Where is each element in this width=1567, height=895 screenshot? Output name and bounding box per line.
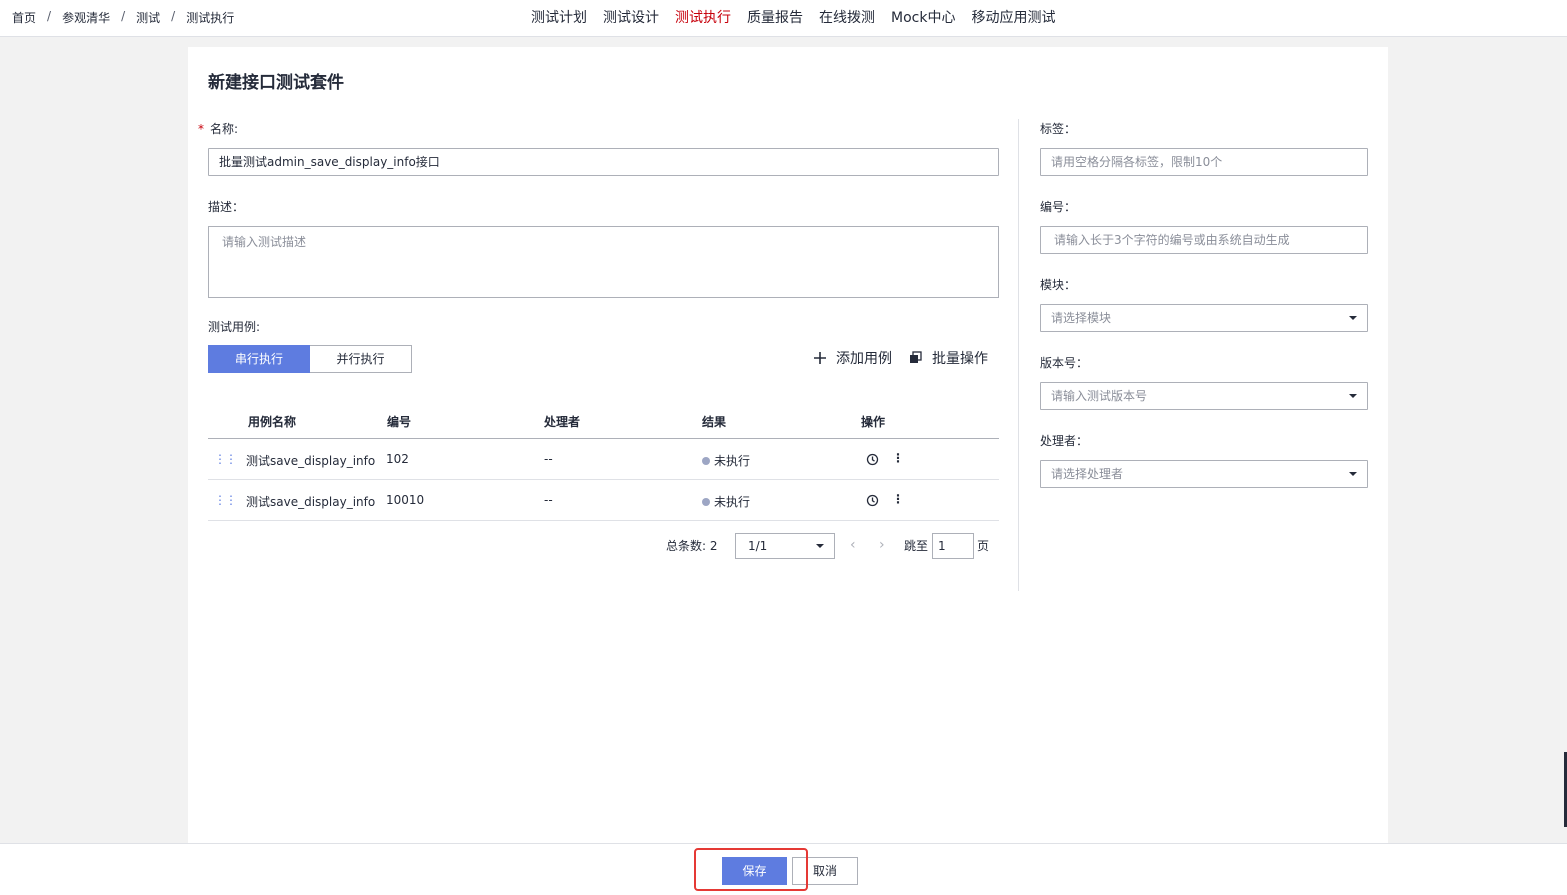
col-case-name: 用例名称 <box>248 415 297 429</box>
breadcrumb-separator: / <box>171 9 176 23</box>
form-card: 新建接口测试套件 * 名称: 批量测试admin_save_display_inf… <box>188 47 1388 847</box>
batch-icon <box>909 349 922 368</box>
module-label: 模块： <box>1040 278 1077 292</box>
nav-item-online-probe[interactable]: 在线拨测 <box>819 7 875 27</box>
col-handler: 处理者 <box>544 415 581 429</box>
breadcrumb-current: 测试执行 <box>186 11 235 25</box>
breadcrumb-project[interactable]: 参观清华 <box>62 9 110 26</box>
case-result: 未执行 <box>702 452 750 469</box>
breadcrumb: 首页 / 参观清华 / 测试 / 测试执行 <box>12 9 234 26</box>
status-dot <box>702 457 710 465</box>
case-result: 未执行 <box>702 493 750 510</box>
drag-handle-icon[interactable]: ⋮⋮ <box>214 452 237 466</box>
history-icon[interactable] <box>866 453 879 469</box>
page-title: 新建接口测试套件 <box>208 73 344 93</box>
highlight-box <box>694 848 808 891</box>
tags-label: 标签： <box>1040 122 1077 136</box>
nav-item-quality-report[interactable]: 质量报告 <box>747 7 803 27</box>
nav-item-mock-center[interactable]: Mock中心 <box>891 7 955 27</box>
add-case-button[interactable]: 添加用例 <box>814 348 892 368</box>
case-handler: -- <box>544 493 553 507</box>
required-mark: * <box>198 122 204 136</box>
total-count: 总条数: 2 <box>666 539 718 553</box>
jump-page-input[interactable]: 1 <box>932 533 974 559</box>
breadcrumb-home[interactable]: 首页 <box>12 9 36 26</box>
jump-label: 跳至 <box>904 539 929 553</box>
parallel-exec-button[interactable]: 并行执行 <box>310 345 412 373</box>
module-select[interactable]: 请选择模块 <box>1040 304 1368 332</box>
name-label: * 名称: <box>198 120 238 137</box>
chevron-down-icon <box>1349 472 1357 476</box>
number-input[interactable]: 请输入长于3个字符的编号或由系统自动生成 <box>1040 226 1368 254</box>
handler-label: 处理者： <box>1040 434 1089 448</box>
case-id: 102 <box>386 452 409 466</box>
description-textarea[interactable]: 请输入测试描述 <box>208 226 999 298</box>
chevron-down-icon <box>1349 394 1357 398</box>
more-icon[interactable]: ⋮ <box>892 492 904 506</box>
name-input[interactable]: 批量测试admin_save_display_info接口 <box>208 148 999 176</box>
case-name[interactable]: 测试save_display_info <box>246 452 375 469</box>
case-name[interactable]: 测试save_display_info <box>246 493 375 510</box>
drag-handle-icon[interactable]: ⋮⋮ <box>214 493 237 507</box>
batch-ops-button[interactable]: 批量操作 <box>909 348 988 368</box>
prev-page-icon[interactable]: ‹ <box>850 537 856 553</box>
case-id: 10010 <box>386 493 425 507</box>
history-icon[interactable] <box>866 494 879 510</box>
case-result-text: 未执行 <box>714 495 751 509</box>
col-id: 编号 <box>387 415 412 429</box>
chevron-down-icon <box>816 544 824 548</box>
case-result-text: 未执行 <box>714 454 751 468</box>
col-actions: 操作 <box>861 415 886 429</box>
breadcrumb-separator: / <box>121 9 126 23</box>
exec-mode-toggle: 串行执行 并行执行 <box>208 345 412 373</box>
description-label: 描述： <box>208 200 245 214</box>
nav-item-test-execution[interactable]: 测试执行 <box>675 7 731 27</box>
add-case-label: 添加用例 <box>836 351 892 367</box>
nav-item-test-design[interactable]: 测试设计 <box>603 7 659 27</box>
breadcrumb-separator: / <box>47 9 52 23</box>
test-case-table: 用例名称 编号 处理者 结果 操作 ⋮⋮ 测试save_display_info… <box>208 405 999 521</box>
plus-icon <box>814 349 826 368</box>
version-select-placeholder: 请输入测试版本号 <box>1051 389 1148 403</box>
version-label: 版本号： <box>1040 356 1089 370</box>
top-bar: 首页 / 参观清华 / 测试 / 测试执行 测试计划 测试设计 测试执行 质量报… <box>0 0 1567 37</box>
top-nav: 测试计划 测试设计 测试执行 质量报告 在线拨测 Mock中心 移动应用测试 <box>531 7 1071 27</box>
chevron-down-icon <box>1349 316 1357 320</box>
breadcrumb-test[interactable]: 测试 <box>136 9 160 26</box>
test-cases-label: 测试用例: <box>208 320 261 334</box>
module-select-placeholder: 请选择模块 <box>1051 311 1112 325</box>
number-label: 编号： <box>1040 200 1077 214</box>
handler-select-placeholder: 请选择处理者 <box>1051 467 1124 481</box>
page-suffix: 页 <box>977 539 990 553</box>
column-divider <box>1018 119 1019 591</box>
page-select[interactable]: 1/1 <box>735 533 835 559</box>
status-dot <box>702 498 710 506</box>
table-row: ⋮⋮ 测试save_display_info 10010 -- 未执行 ⋮ <box>208 480 999 521</box>
table-header: 用例名称 编号 处理者 结果 操作 <box>208 405 999 439</box>
page-select-value: 1/1 <box>748 539 768 553</box>
batch-ops-label: 批量操作 <box>932 351 988 367</box>
version-select[interactable]: 请输入测试版本号 <box>1040 382 1368 410</box>
case-handler: -- <box>544 452 553 466</box>
tags-input[interactable]: 请用空格分隔各标签，限制10个 <box>1040 148 1368 176</box>
table-row: ⋮⋮ 测试save_display_info 102 -- 未执行 ⋮ <box>208 439 999 480</box>
nav-item-test-plan[interactable]: 测试计划 <box>531 7 587 27</box>
handler-select[interactable]: 请选择处理者 <box>1040 460 1368 488</box>
next-page-icon[interactable]: › <box>879 537 885 553</box>
nav-item-mobile-test[interactable]: 移动应用测试 <box>971 7 1055 27</box>
serial-exec-button[interactable]: 串行执行 <box>208 345 310 373</box>
col-result: 结果 <box>702 415 727 429</box>
more-icon[interactable]: ⋮ <box>892 451 904 465</box>
name-label-text: 名称: <box>210 122 239 136</box>
